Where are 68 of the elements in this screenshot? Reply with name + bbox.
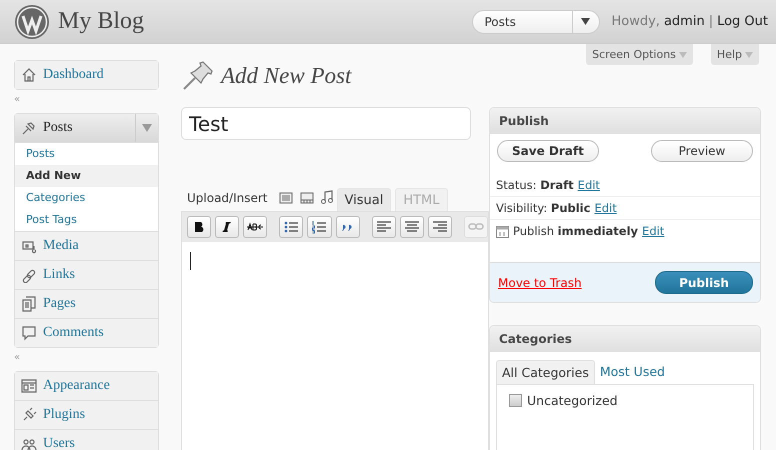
edit-link[interactable]: Edit xyxy=(594,201,617,215)
pin-icon xyxy=(21,120,37,136)
screen-tab[interactable]: Screen Options xyxy=(586,44,693,65)
screen-tab[interactable]: Help xyxy=(710,44,759,65)
bold-button[interactable] xyxy=(187,216,212,238)
status-text: Publish immediately xyxy=(513,224,638,238)
menu-item[interactable]: Dashboard xyxy=(15,61,158,89)
edit-link[interactable]: Edit xyxy=(578,178,600,192)
edit-link[interactable]: Edit xyxy=(642,224,664,238)
music-note-icon[interactable] xyxy=(320,190,333,204)
logo-icon xyxy=(14,4,50,40)
home-icon xyxy=(21,67,37,83)
panel-title: Categories xyxy=(490,326,760,352)
calendar-icon xyxy=(496,224,509,238)
caret-icon xyxy=(581,18,590,25)
bullets-button[interactable] xyxy=(279,216,304,238)
pages-icon xyxy=(21,296,37,312)
page-title: Add New Post xyxy=(221,63,352,89)
logout-link[interactable]: Log Out xyxy=(717,14,768,29)
center-icon xyxy=(404,220,420,234)
pushpin-icon xyxy=(181,61,215,91)
submenu-item[interactable]: Post Tags xyxy=(15,209,158,231)
title-field[interactable]: Test xyxy=(181,107,471,140)
menu-item[interactable]: Appearance xyxy=(15,372,158,401)
center-button[interactable] xyxy=(400,216,424,238)
comment-icon xyxy=(21,325,37,341)
video-icon[interactable] xyxy=(300,192,314,204)
left-icon xyxy=(376,220,392,234)
right-button[interactable] xyxy=(428,216,452,238)
quote-button[interactable] xyxy=(336,216,360,238)
collapse-mark[interactable]: « xyxy=(14,93,159,113)
collapse-mark[interactable]: « xyxy=(14,351,159,371)
layout-icon xyxy=(21,378,37,394)
right-icon xyxy=(432,220,448,234)
status-text: Visibility: Public xyxy=(496,201,590,215)
left-button[interactable] xyxy=(372,216,396,238)
user-link[interactable]: admin xyxy=(664,14,705,29)
category-tab[interactable]: Most Used xyxy=(594,360,670,384)
numbers-button[interactable] xyxy=(307,216,332,238)
move-to-trash-link[interactable]: Move to Trash xyxy=(498,276,582,290)
italic-button[interactable] xyxy=(215,216,240,238)
site-title[interactable]: My Blog xyxy=(58,8,144,35)
caret-icon xyxy=(678,52,687,58)
plug-icon xyxy=(21,407,37,423)
submenu-item[interactable]: Categories xyxy=(15,187,158,209)
category-label: Uncategorized xyxy=(527,393,618,408)
checkbox[interactable] xyxy=(509,394,522,407)
bullets-icon xyxy=(283,220,300,234)
upload-insert-label: Upload/Insert xyxy=(187,191,268,205)
caret-icon xyxy=(745,52,753,58)
numbers-icon xyxy=(311,220,328,234)
menu-item[interactable]: Posts xyxy=(15,114,158,143)
greeting-text: Howdy, xyxy=(612,14,660,29)
editor-tab[interactable]: Visual xyxy=(336,188,392,211)
link-icon xyxy=(21,267,37,283)
image-icon[interactable] xyxy=(278,192,293,204)
submenu-item[interactable]: Posts xyxy=(15,143,158,165)
category-tab[interactable]: All Categories xyxy=(496,360,595,384)
text-cursor xyxy=(190,252,191,270)
strike-button[interactable] xyxy=(243,216,268,238)
save-draft-button[interactable]: Save Draft xyxy=(497,140,599,162)
panel-title: Publish xyxy=(490,108,760,134)
status-text: Status: Draft xyxy=(496,178,574,192)
preview-button[interactable]: Preview xyxy=(651,140,753,162)
submenu-item[interactable]: Add New xyxy=(15,165,158,187)
favorites-dropdown[interactable]: Posts xyxy=(472,10,600,34)
separator-text: | xyxy=(708,14,714,29)
publish-button[interactable]: Publish xyxy=(655,271,753,294)
